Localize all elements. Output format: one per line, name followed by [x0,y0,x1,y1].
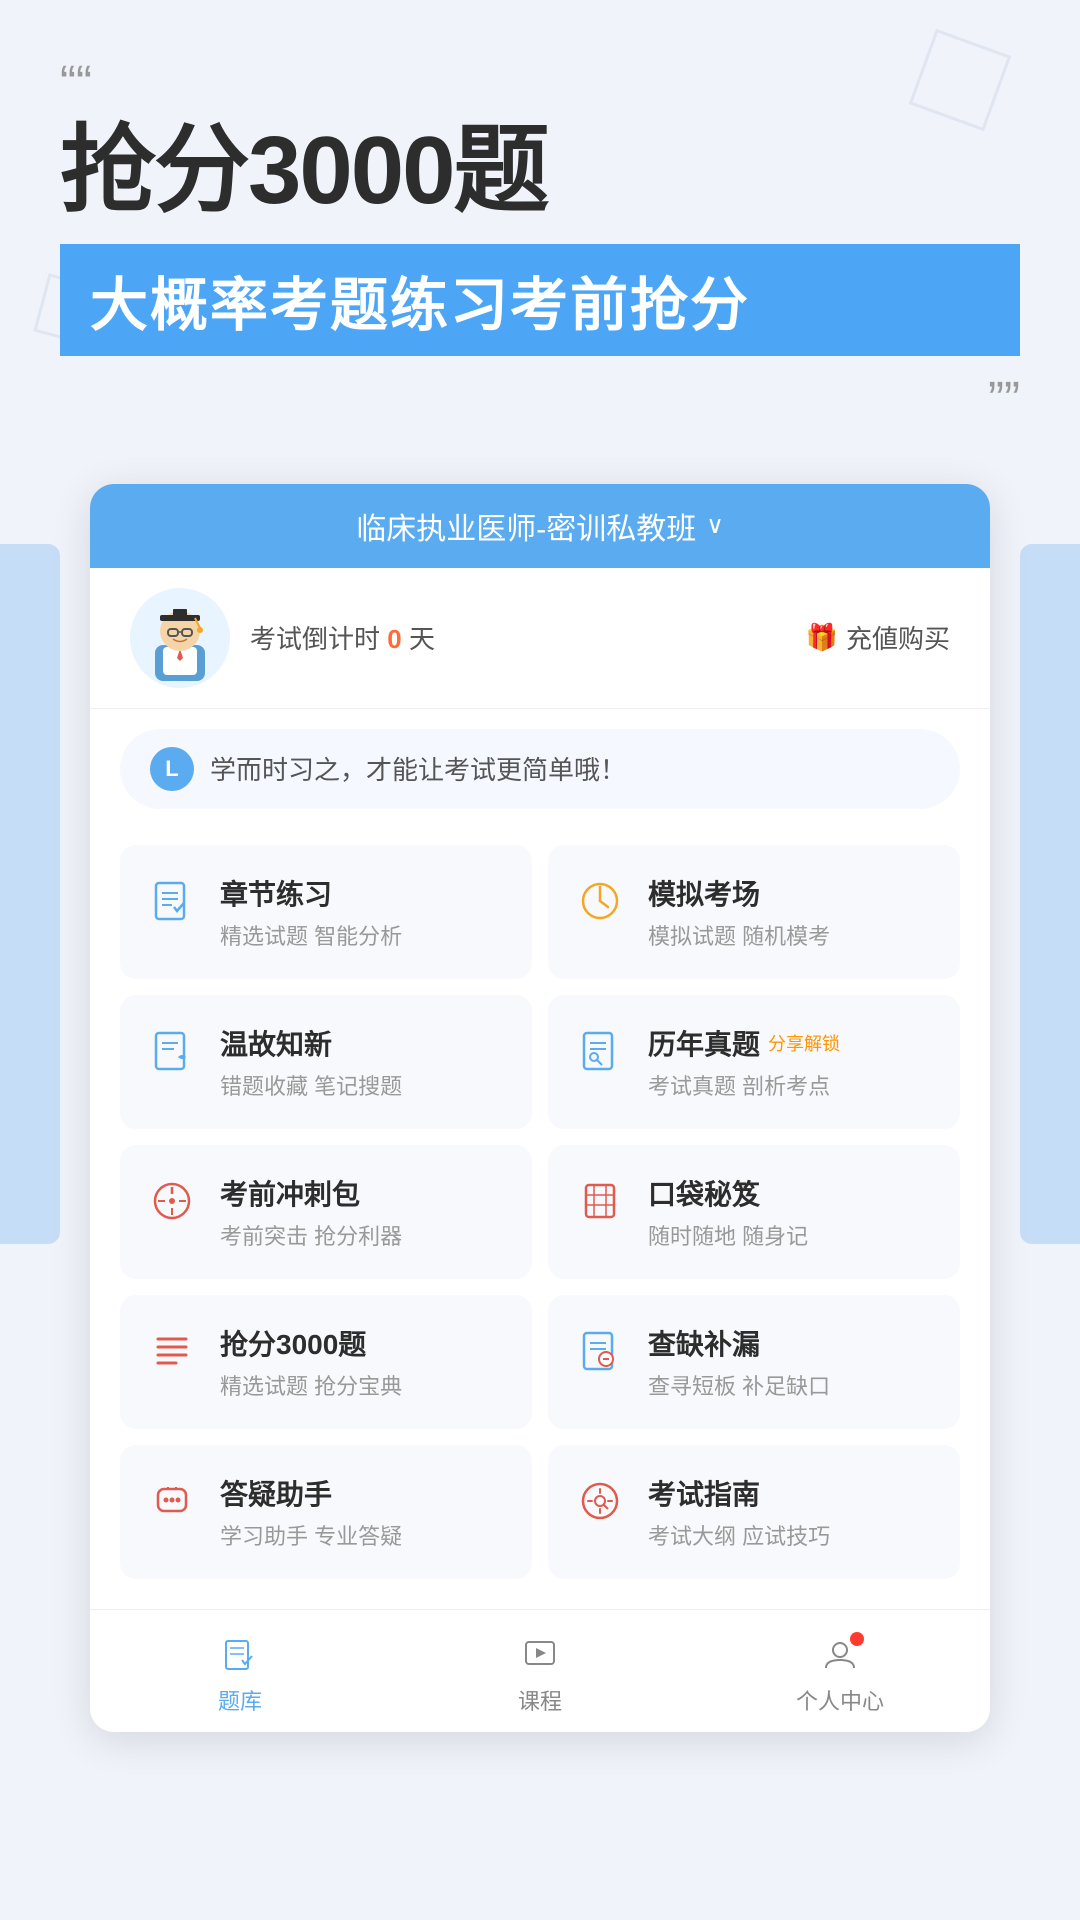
mock-exam-title: 模拟考场 [648,873,830,913]
recharge-icon: 🎁 [806,622,838,653]
countdown-value: 0 [387,624,401,654]
past-exams-icon [572,1023,628,1079]
countdown-label: 考试倒计时 [250,624,380,654]
hero-title: 抢分3000题 [60,118,1020,224]
fill-gaps-title: 查缺补漏 [648,1323,830,1363]
nav-item-profile[interactable]: 个人中心 [690,1626,990,1724]
grab-3000-desc: 精选试题 抢分宝典 [220,1369,402,1401]
app-topbar[interactable]: 临床执业医师-密训私教班 ∨ [90,484,990,568]
fill-gaps-icon [572,1323,628,1379]
qa-assistant-content: 答疑助手 学习助手 专业答疑 [220,1473,402,1551]
app-card: 临床执业医师-密训私教班 ∨ [90,484,990,1732]
pocket-tips-title: 口袋秘笈 [648,1173,808,1213]
fill-gaps-content: 查缺补漏 查寻短板 补足缺口 [648,1323,830,1401]
chapter-practice-title: 章节练习 [220,873,402,913]
countdown-unit: 天 [409,624,435,654]
fill-gaps-desc: 查寻短板 补足缺口 [648,1369,830,1401]
profile-row: 考试倒计时 0 天 🎁 充値购买 [90,568,990,709]
chevron-down-icon: ∨ [706,511,724,540]
exam-guide-desc: 考试大纲 应试技巧 [648,1519,830,1551]
chapter-practice-content: 章节练习 精选试题 智能分析 [220,873,402,951]
past-exams-unlock: 分享解锁 [768,1030,840,1056]
past-exams-content: 历年真题 分享解锁 考试真题 剖析考点 [648,1023,840,1101]
pocket-tips-desc: 随时随地 随身记 [648,1219,808,1251]
sprint-pack-desc: 考前突击 抢分利器 [220,1219,402,1251]
sprint-pack-icon [144,1173,200,1229]
exam-guide-content: 考试指南 考试大纲 应试技巧 [648,1473,830,1551]
exam-guide-icon [572,1473,628,1529]
chapter-practice-icon [144,873,200,929]
chapter-practice-desc: 精选试题 智能分析 [220,919,402,951]
app-topbar-title: 临床执业医师-密训私教班 [356,504,696,548]
feature-item-pocket-tips[interactable]: 口袋秘笈 随时随地 随身记 [548,1145,960,1279]
exam-guide-title: 考试指南 [648,1473,830,1513]
review-desc: 错题收藏 笔记搜题 [220,1069,402,1101]
side-panel-left [0,544,60,1244]
feature-item-chapter-practice[interactable]: 章节练习 精选试题 智能分析 [120,845,532,979]
notification-dot [850,1632,864,1646]
grab-3000-content: 抢分3000题 精选试题 抢分宝典 [220,1323,402,1401]
profile-nav-icon [818,1634,862,1678]
side-panel-right [1020,544,1080,1244]
question-bank-nav-icon [218,1634,262,1678]
feature-grid: 章节练习 精选试题 智能分析 模拟考场 模拟试题 随机模考 [90,829,990,1609]
hero-section: ““ 抢分3000题 大概率考题练习考前抢分 ”” [0,0,1080,424]
feature-item-review[interactable]: 温故知新 错题收藏 笔记搜题 [120,995,532,1129]
feature-item-fill-gaps[interactable]: 查缺补漏 查寻短板 补足缺口 [548,1295,960,1429]
pocket-tips-content: 口袋秘笈 随时随地 随身记 [648,1173,808,1251]
motto-text: 学而时习之，才能让考试更简单哦！ [210,750,626,787]
review-content: 温故知新 错题收藏 笔记搜题 [220,1023,402,1101]
grab-3000-title: 抢分3000题 [220,1323,402,1363]
past-exams-title: 历年真题 分享解锁 [648,1023,840,1063]
review-icon [144,1023,200,1079]
past-exams-desc: 考试真题 剖析考点 [648,1069,840,1101]
quote-top: ““ [60,60,1020,108]
feature-item-exam-guide[interactable]: 考试指南 考试大纲 应试技巧 [548,1445,960,1579]
motto-bar: L 学而时习之，才能让考试更简单哦！ [120,729,960,809]
profile-nav-label: 个人中心 [796,1684,884,1716]
motto-icon: L [150,747,194,791]
hero-subtitle-bar: 大概率考题练习考前抢分 [60,244,1020,356]
qa-assistant-icon [144,1473,200,1529]
question-bank-nav-label: 题库 [218,1684,262,1716]
mock-exam-icon [572,873,628,929]
mock-exam-desc: 模拟试题 随机模考 [648,919,830,951]
sprint-pack-content: 考前冲刺包 考前突击 抢分利器 [220,1173,402,1251]
nav-item-course[interactable]: 课程 [390,1626,690,1724]
course-nav-label: 课程 [518,1684,562,1716]
mock-exam-content: 模拟考场 模拟试题 随机模考 [648,873,830,951]
pocket-tips-icon [572,1173,628,1229]
app-card-wrapper: 临床执业医师-密训私教班 ∨ [0,424,1080,1772]
sprint-pack-title: 考前冲刺包 [220,1173,402,1213]
review-title: 温故知新 [220,1023,402,1063]
recharge-button[interactable]: 🎁 充値购买 [806,619,950,656]
quote-bottom: ”” [60,376,1020,424]
countdown-section: 考试倒计时 0 天 [230,619,806,656]
qa-assistant-desc: 学习助手 专业答疑 [220,1519,402,1551]
feature-item-mock-exam[interactable]: 模拟考场 模拟试题 随机模考 [548,845,960,979]
feature-item-sprint-pack[interactable]: 考前冲刺包 考前突击 抢分利器 [120,1145,532,1279]
qa-assistant-title: 答疑助手 [220,1473,402,1513]
recharge-label: 充値购买 [846,619,950,656]
feature-item-qa-assistant[interactable]: 答疑助手 学习助手 专业答疑 [120,1445,532,1579]
feature-item-past-exams[interactable]: 历年真题 分享解锁 考试真题 剖析考点 [548,995,960,1129]
hero-subtitle: 大概率考题练习考前抢分 [90,273,750,338]
avatar [130,588,230,688]
course-nav-icon [518,1634,562,1678]
nav-item-question-bank[interactable]: 题库 [90,1626,390,1724]
avatar-image [130,588,230,688]
bottom-nav: 题库 课程 个人中心 [90,1609,990,1732]
feature-item-grab-3000[interactable]: 抢分3000题 精选试题 抢分宝典 [120,1295,532,1429]
grab-3000-icon [144,1323,200,1379]
